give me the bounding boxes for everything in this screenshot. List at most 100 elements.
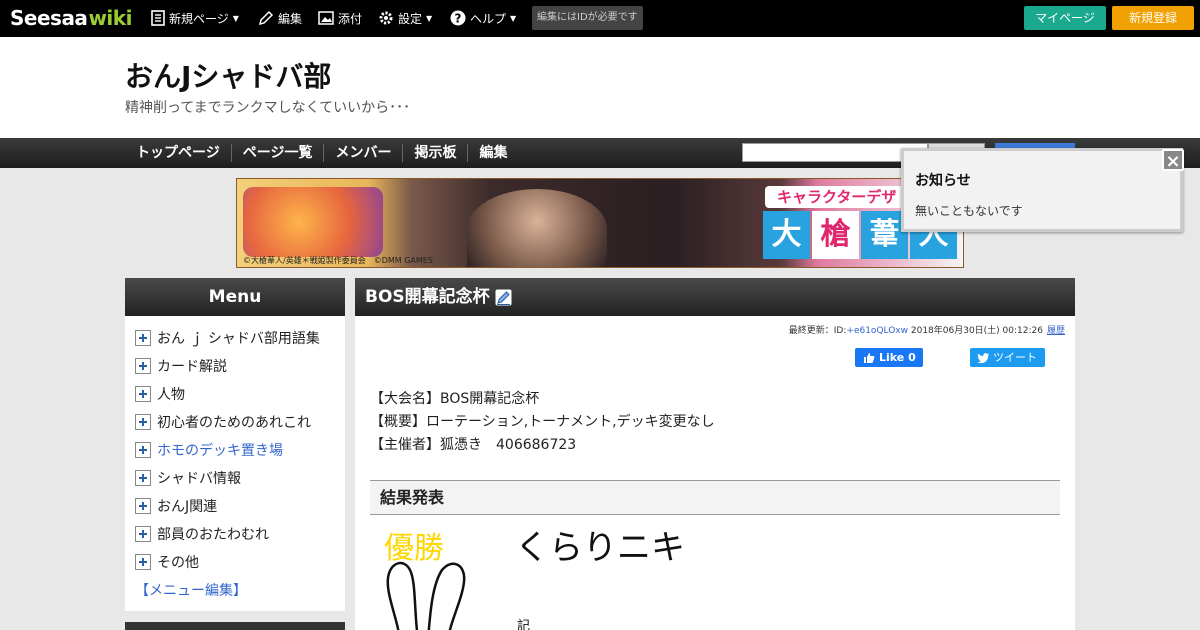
ad-banner[interactable]: キャラクターデザ 大 槍 葦 人 ©大槍葦人/英雄＊戦姫製作委員会 ©DMM G… xyxy=(236,178,964,268)
expand-plus-icon[interactable] xyxy=(135,526,151,542)
settings-menu[interactable]: 設定 ▼ xyxy=(378,8,432,28)
sidebar-item-label: 初心者のためのあれこれ xyxy=(157,415,311,431)
nav-page-list[interactable]: ページ一覧 xyxy=(230,144,324,162)
sidebar-item-label: ホモのデッキ置き場 xyxy=(157,443,283,459)
svg-text:?: ? xyxy=(455,12,462,26)
logo-text-seesaa: Seesaa xyxy=(10,6,88,30)
menu-edit-link[interactable]: 【メニュー編集】 xyxy=(135,580,345,600)
character-artwork xyxy=(467,189,607,267)
image-icon xyxy=(318,11,334,25)
site-header: おんJシャドバ部 精神削ってまでランクマしなくていいから･･･ xyxy=(0,37,1200,138)
page-body: 【大会名】BOS開幕記念杯 【概要】ローテーション,トーナメント,デッキ変更なし… xyxy=(370,388,715,457)
sidebar-item-label: 部員のおたわむれ xyxy=(157,527,269,543)
sidebar-list: おん ｊ シャドバ部用語集 カード解説 人物 初心者のためのあれこれ ホモのデッ… xyxy=(125,316,345,600)
sidebar-item-label: おんJ関連 xyxy=(157,499,218,515)
help-question-icon: ? xyxy=(450,10,466,26)
results-heading: 結果発表 xyxy=(370,480,1060,515)
sidebar-item-label: カード解説 xyxy=(157,359,227,375)
last-updated: 最終更新：ID:+e61oQLOxw 2018年06月30日(土) 00:12:… xyxy=(789,323,1065,336)
seesaa-wiki-logo[interactable]: Seesaa wiki xyxy=(10,5,132,31)
sidebar-item-label: その他 xyxy=(157,555,199,571)
help-menu[interactable]: ? ヘルプ ▼ xyxy=(450,8,516,28)
game-logo-image xyxy=(243,187,383,257)
sidebar-item-people[interactable]: 人物 xyxy=(135,380,345,408)
close-icon[interactable]: × xyxy=(1162,149,1184,172)
winner-name: くらりニキ xyxy=(515,528,685,568)
rabbit-illustration xyxy=(386,561,466,630)
site-title[interactable]: おんJシャドバ部 xyxy=(125,55,331,95)
main-content: BOS開幕記念杯 最終更新：ID:+e61oQLOxw 2018年06月30日(… xyxy=(355,278,1075,630)
expand-plus-icon[interactable] xyxy=(135,498,151,514)
facebook-like-button[interactable]: Like 0 xyxy=(855,348,923,367)
nav-bbs[interactable]: 掲示板 xyxy=(402,144,467,162)
document-icon xyxy=(151,10,165,26)
tournament-host-line: 【主催者】狐憑き 406686723 xyxy=(370,437,577,453)
sidebar-second-heading xyxy=(125,622,345,630)
logo-text-wiki: wiki xyxy=(88,6,132,30)
sidebar-item-card-guide[interactable]: カード解説 xyxy=(135,352,345,380)
banner-credit: ©大槍葦人/英雄＊戦姫製作委員会 ©DMM GAMES xyxy=(243,256,433,265)
expand-plus-icon[interactable] xyxy=(135,470,151,486)
nav-members[interactable]: メンバー xyxy=(323,144,402,162)
notice-body: 無いこともないです xyxy=(915,204,1023,218)
page-title-bar: BOS開幕記念杯 xyxy=(355,278,1075,316)
expand-plus-icon[interactable] xyxy=(135,554,151,570)
meta-date: 2018年06月30日(土) 00:12:26 xyxy=(908,326,1043,336)
edit-pencil-icon xyxy=(258,10,274,26)
edit-pencil-icon[interactable] xyxy=(495,289,512,306)
history-link[interactable]: 履歴 xyxy=(1047,326,1065,336)
site-subtitle: 精神削ってまでランクマしなくていいから･･･ xyxy=(125,100,411,116)
sidebar-item-label: おん ｊ シャドバ部用語集 xyxy=(157,331,320,347)
new-page-label: 新規ページ xyxy=(169,11,229,26)
chevron-down-icon: ▼ xyxy=(510,13,517,23)
sidebar-item-onj-related[interactable]: おんJ関連 xyxy=(135,492,345,520)
tournament-name-line: 【大会名】BOS開幕記念杯 xyxy=(370,391,540,407)
notice-title: お知らせ xyxy=(915,173,971,189)
sidebar-item-other[interactable]: その他 xyxy=(135,548,345,576)
chevron-down-icon: ▼ xyxy=(426,13,433,23)
top-toolbar: Seesaa wiki 新規ページ ▼ 編集 添付 設定 ▼ ? ヘルプ ▼ 編集… xyxy=(0,0,1200,37)
sidebar-item-shadowverse-info[interactable]: シャドバ情報 xyxy=(135,464,345,492)
mypage-button[interactable]: マイページ xyxy=(1024,6,1106,30)
facebook-like-label: Like 0 xyxy=(879,351,916,364)
twitter-bird-icon xyxy=(977,352,989,363)
sidebar-item-member-fun[interactable]: 部員のおたわむれ xyxy=(135,520,345,548)
id-required-note: 編集にはIDが必要です xyxy=(532,6,643,30)
attach-label: 添付 xyxy=(338,11,363,26)
chevron-down-icon: ▼ xyxy=(232,13,239,23)
banner-name-char: 大 xyxy=(763,211,810,259)
register-button[interactable]: 新規登録 xyxy=(1112,6,1194,30)
notice-popup: お知らせ 無いこともないです × xyxy=(901,148,1184,232)
expand-plus-icon[interactable] xyxy=(135,442,151,458)
tournament-overview-line: 【概要】ローテーション,トーナメント,デッキ変更なし xyxy=(370,414,715,430)
sidebar-item-deck-storage[interactable]: ホモのデッキ置き場 xyxy=(135,436,345,464)
help-label: ヘルプ xyxy=(470,11,507,26)
page-title: BOS開幕記念杯 xyxy=(365,287,490,307)
sidebar-item-glossary[interactable]: おん ｊ シャドバ部用語集 xyxy=(135,324,345,352)
expand-plus-icon[interactable] xyxy=(135,358,151,374)
banner-name-char: 槍 xyxy=(812,211,859,259)
nav-top-page[interactable]: トップページ xyxy=(125,144,231,162)
thumbs-up-icon xyxy=(864,352,875,363)
sidebar-menu: Menu おん ｊ シャドバ部用語集 カード解説 人物 初心者のためのあれこれ … xyxy=(125,278,345,611)
new-page-menu[interactable]: 新規ページ ▼ xyxy=(151,8,239,28)
meta-prefix: 最終更新：ID: xyxy=(788,326,847,336)
nav-list: トップページ ページ一覧 メンバー 掲示板 編集 xyxy=(125,138,518,168)
tweet-label: ツイート xyxy=(993,351,1037,364)
edit-label: 編集 xyxy=(278,11,303,26)
expand-plus-icon[interactable] xyxy=(135,414,151,430)
sidebar-item-label: 人物 xyxy=(157,387,185,403)
sidebar-item-label: シャドバ情報 xyxy=(157,471,241,487)
meta-user-id[interactable]: +e61oQLOxw xyxy=(846,326,908,336)
attach-menu[interactable]: 添付 xyxy=(318,8,362,28)
sidebar-item-beginners[interactable]: 初心者のためのあれこれ xyxy=(135,408,345,436)
sidebar-heading: Menu xyxy=(125,278,345,316)
expand-plus-icon[interactable] xyxy=(135,330,151,346)
nav-edit[interactable]: 編集 xyxy=(467,144,518,162)
expand-plus-icon[interactable] xyxy=(135,386,151,402)
small-glyph: 記 xyxy=(517,619,531,630)
gear-icon xyxy=(379,11,393,25)
tweet-button[interactable]: ツイート xyxy=(970,348,1045,367)
settings-label: 設定 xyxy=(398,11,423,26)
edit-menu[interactable]: 編集 xyxy=(258,8,302,28)
